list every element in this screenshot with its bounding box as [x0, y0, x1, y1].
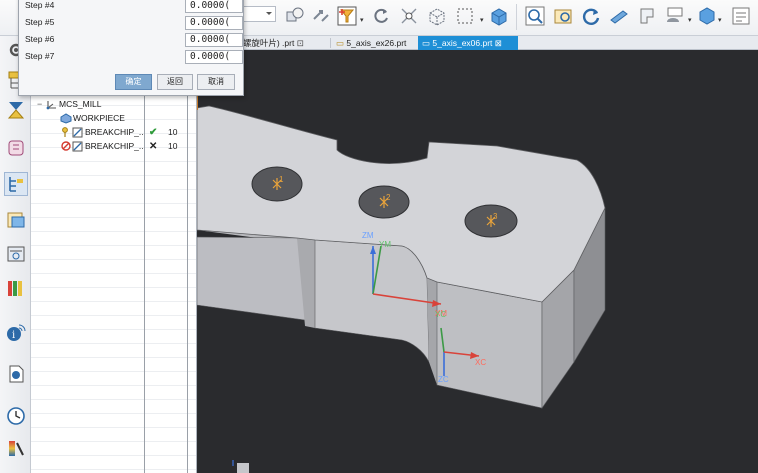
collapse-minus-icon[interactable]: −: [37, 99, 45, 109]
view-triad-icon: [232, 460, 249, 473]
axis-label-yc: YC: [435, 310, 446, 319]
shaded-cube-icon[interactable]: [486, 3, 512, 29]
hole-label-3: 3: [493, 212, 498, 221]
step-row-7: Step #7 0.0000(: [25, 50, 243, 64]
axis-label-xc: XC: [475, 358, 486, 367]
view-cube-icon[interactable]: [694, 3, 720, 29]
step-label: Step #4: [25, 0, 55, 10]
part-front-left-face: [197, 236, 306, 321]
tree-row-label: BREAKCHIP_...: [85, 141, 143, 151]
notch-back-wall: [314, 239, 430, 363]
dropdown-arrow-icon[interactable]: ▾: [718, 16, 722, 24]
tree-row-breakchip-2[interactable]: BREAKCHIP_... ✕ 10: [61, 139, 197, 153]
step-row-5: Step #5 0.0000(: [25, 16, 243, 30]
refresh-icon[interactable]: [578, 3, 604, 29]
cross-icon: ✕: [149, 140, 158, 152]
web-browser-icon[interactable]: [4, 242, 28, 266]
tree-row-label: MCS_MILL: [59, 99, 102, 109]
info-broadcast-icon[interactable]: i: [4, 320, 28, 344]
tree-row-label: WORKPIECE: [73, 113, 125, 123]
tree-row-workpiece[interactable]: WORKPIECE: [59, 111, 125, 125]
dropdown-arrow-icon[interactable]: ▾: [360, 16, 364, 24]
document-link-icon[interactable]: [4, 362, 28, 386]
tab-label: 5_axis_ex06.prt: [432, 38, 493, 48]
clock-icon[interactable]: [4, 404, 28, 428]
color-palette-icon[interactable]: [4, 436, 28, 460]
zoom-fit-icon[interactable]: [522, 3, 548, 29]
assembly-constraint-icon[interactable]: [4, 98, 28, 122]
step-value-input[interactable]: 0.0000(: [185, 16, 243, 30]
wireframe-cube-icon[interactable]: [424, 3, 450, 29]
tree-row-breakchip-1[interactable]: BREAKCHIP_... ✔ 10: [61, 125, 197, 139]
pan-view-icon[interactable]: [606, 3, 632, 29]
graphics-viewport[interactable]: 1 2 3 ZM YM XM YC ZC XC: [197, 50, 758, 473]
machine-tool-icon[interactable]: [4, 136, 28, 160]
snap-point-icon[interactable]: [396, 3, 422, 29]
step-row-6: Step #6 0.0000(: [25, 33, 243, 47]
tab-spiral-blade[interactable]: (螺旋叶片) .prt ⊡: [236, 36, 308, 50]
part-file-icon: ▭: [422, 38, 431, 48]
step-label: Step #5: [25, 17, 55, 27]
view-orient-icon[interactable]: [634, 3, 660, 29]
rotate-icon[interactable]: [368, 3, 394, 29]
tab-label: 5_axis_ex26.prt: [346, 38, 407, 48]
hole-label-1: 1: [279, 175, 284, 184]
dashed-box-select-icon[interactable]: [452, 3, 478, 29]
notch-right-wall: [427, 278, 437, 385]
step-label: Step #7: [25, 51, 55, 61]
dropdown-arrow-icon[interactable]: ▾: [688, 16, 692, 24]
cancel-button[interactable]: 取消: [197, 74, 235, 90]
toolpath-count: 10: [168, 127, 178, 137]
tab-5-axis-ex26[interactable]: ▭ 5_axis_ex26.prt: [332, 36, 410, 50]
mcs-icon: [45, 98, 59, 110]
tab-label: (螺旋叶片) .prt: [240, 38, 295, 48]
tab-5-axis-ex06[interactable]: ▭ 5_axis_ex06.prt ⊠: [418, 36, 518, 50]
history-books-icon[interactable]: [4, 276, 28, 300]
move-arrows-icon[interactable]: [308, 3, 334, 29]
step-parameters-dialog: Step #4 0.0000( Step #5 0.0000( Step #6 …: [18, 0, 244, 96]
reuse-library-icon[interactable]: [4, 208, 28, 232]
toolpath-count: 10: [168, 141, 178, 151]
step-value-input[interactable]: 0.0000(: [185, 0, 243, 13]
operation-warning-icon: [61, 140, 85, 152]
operation-icon: [61, 126, 85, 138]
close-icon[interactable]: ⊠: [495, 38, 502, 48]
step-value-input[interactable]: 0.0000(: [185, 50, 243, 64]
hole-label-2: 2: [386, 193, 391, 202]
axis-label-zm: ZM: [362, 231, 374, 240]
step-value-input[interactable]: 0.0000(: [185, 33, 243, 47]
part-file-icon: ▭: [336, 38, 345, 48]
operation-navigator-icon[interactable]: [4, 172, 28, 196]
zoom-area-icon[interactable]: [550, 3, 576, 29]
layer-settings-icon[interactable]: [728, 3, 754, 29]
check-icon: ✔: [149, 126, 158, 138]
step-row-4: Step #4 0.0000(: [25, 0, 243, 13]
resource-bar: i: [0, 36, 31, 473]
ok-button[interactable]: 确定: [115, 74, 152, 90]
svg-text:i: i: [12, 330, 15, 341]
tree-row-label: BREAKCHIP_...: [85, 127, 143, 137]
axis-label-zc: ZC: [438, 375, 449, 384]
step-label: Step #6: [25, 34, 55, 44]
back-button[interactable]: 返回: [157, 74, 193, 90]
modified-icon: ⊡: [296, 38, 304, 48]
dropdown-arrow-icon[interactable]: ▾: [480, 16, 484, 24]
part-front-right-face: [436, 281, 543, 409]
document-tabs: (螺旋叶片) .prt ⊡ ▭ 5_axis_ex26.prt ▭ 5_axis…: [236, 36, 758, 50]
tree-row-mcs-mill[interactable]: − MCS_MILL: [37, 97, 102, 111]
axis-label-ym: YM: [379, 240, 391, 249]
group-feature-icon[interactable]: [282, 3, 308, 29]
workpiece-icon: [59, 112, 73, 124]
render-style-icon[interactable]: [662, 3, 688, 29]
operation-navigator: − MCS_MILL WORKPIECE BREAKCHIP_... ✔ 10 …: [31, 36, 197, 473]
selection-filter-icon[interactable]: [334, 3, 360, 29]
